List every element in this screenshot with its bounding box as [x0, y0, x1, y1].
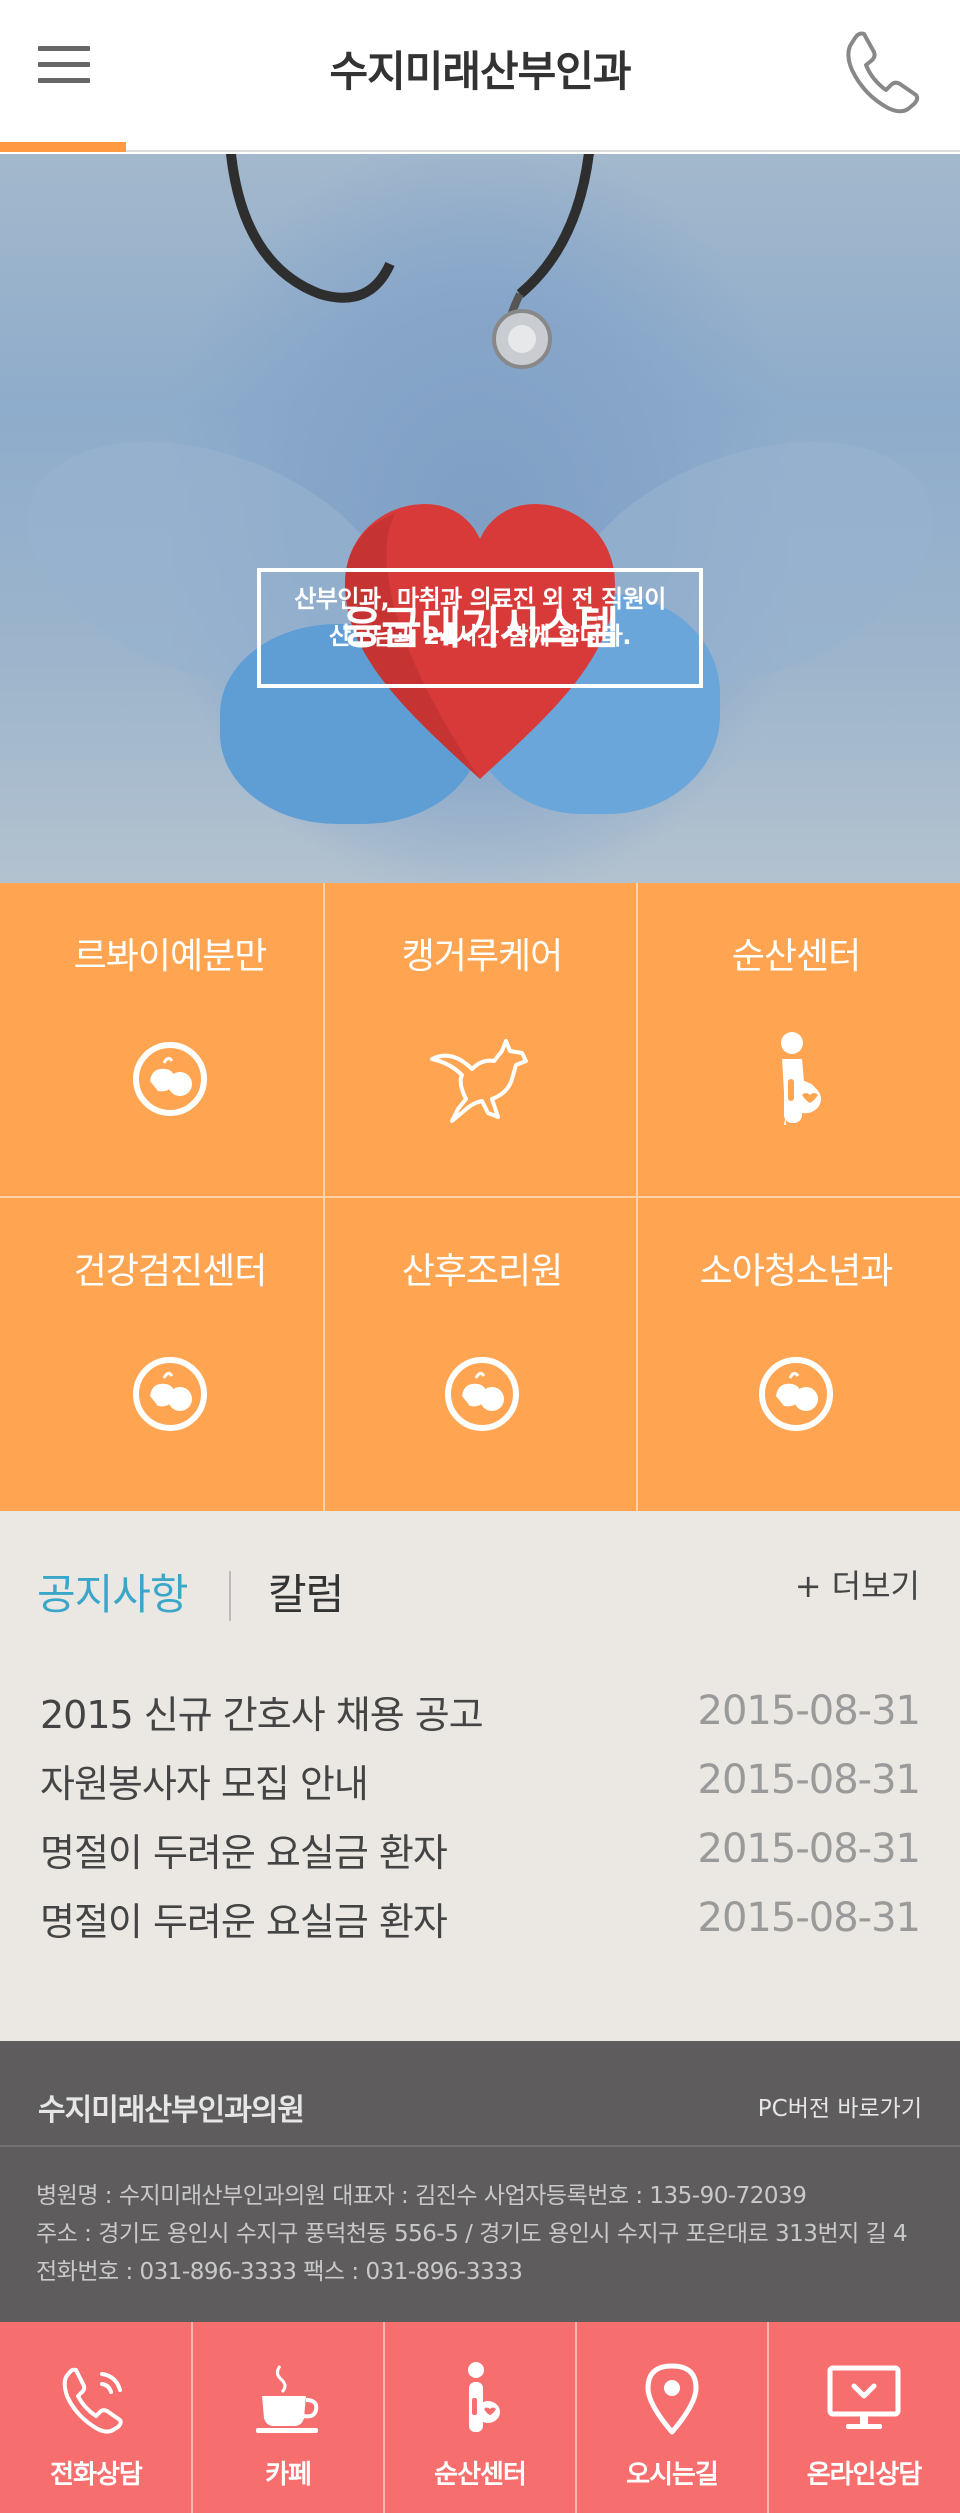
- service-postpartum-care[interactable]: 산후조리원: [322, 1198, 642, 1511]
- nav-label: 온라인상담: [806, 2460, 923, 2490]
- notice-date: 2015-08-31: [697, 1826, 921, 1872]
- phone-icon[interactable]: [842, 28, 922, 114]
- nav-birth-center[interactable]: 순산센터: [384, 2322, 576, 2513]
- service-label: 르봐이예분만: [73, 936, 268, 977]
- pc-version-link[interactable]: PC버전 바로가기: [758, 2089, 922, 2123]
- service-label: 건강검진센터: [73, 1251, 268, 1292]
- service-label: 캥거루케어: [401, 936, 564, 977]
- service-label: 순산센터: [731, 936, 861, 977]
- notice-date: 2015-08-31: [697, 1757, 921, 1803]
- service-label: 산후조리원: [401, 1251, 564, 1292]
- footer-info-line: 병원명 : 수지미래산부인과의원 대표자 : 김진수 사업자등록번호 : 135…: [36, 2183, 807, 2209]
- footer-address-line: 주소 : 경기도 용인시 수지구 풍덕천동 556-5 / 경기도 용인시 수지…: [36, 2221, 908, 2247]
- nav-label: 전화상담: [50, 2460, 143, 2490]
- monitor-icon: [827, 2365, 901, 2429]
- notice-title: 명절이 두려운 요실금 환자: [40, 1900, 448, 1944]
- baby-circle-icon: [133, 1042, 207, 1116]
- notice-title: 자원봉사자 모집 안내: [40, 1762, 369, 1806]
- footer-hospital-name: 수지미래산부인과의원: [38, 2093, 305, 2128]
- pregnant-woman-icon: [781, 1032, 821, 1125]
- stethoscope-graphic: [226, 154, 594, 369]
- services-grid: 르봐이예분만 캥거루케어 순산센터 건강검진센터 산후조리원 소아청소년과: [0, 883, 960, 1511]
- notice-row[interactable]: 명절이 두려운 요실금 환자 2015-08-31: [40, 1891, 921, 1951]
- nav-label: 카페: [265, 2460, 312, 2490]
- service-label: 소아청소년과: [699, 1251, 894, 1292]
- map-pin-icon: [645, 2363, 699, 2435]
- notice-row[interactable]: 자원봉사자 모집 안내 2015-08-31: [40, 1753, 921, 1813]
- nav-online-consult[interactable]: 온라인상담: [768, 2322, 960, 2513]
- bottom-nav: 전화상담 카페 순산센터 오시는길 온라인상담: [0, 2322, 960, 2513]
- notice-row[interactable]: 2015 신규 간호사 채용 공고 2015-08-31: [40, 1684, 921, 1744]
- baby-circle-icon: [445, 1357, 519, 1431]
- kangaroo-icon: [430, 1039, 528, 1123]
- notice-section: 공지사항 칼럼 + 더보기 2015 신규 간호사 채용 공고 2015-08-…: [0, 1511, 960, 2041]
- notice-date: 2015-08-31: [697, 1688, 921, 1734]
- service-health-checkup[interactable]: 건강검진센터: [10, 1198, 330, 1511]
- notice-title: 명절이 두려운 요실금 환자: [40, 1831, 448, 1875]
- hero-text-line1: 산부인과, 마취과 의료진 외 전 직원이: [294, 585, 666, 613]
- nav-phone-consult[interactable]: 전화상담: [0, 2322, 192, 2513]
- service-kangaroo-care[interactable]: 캥거루케어: [322, 883, 642, 1196]
- baby-circle-icon: [133, 1357, 207, 1431]
- service-lebouyer[interactable]: 르봐이예분만: [10, 883, 330, 1196]
- header: 수지미래산부인과: [0, 0, 960, 152]
- hero-banner[interactable]: 응급대기시스템 산부인과, 마취과 의료진 외 전 직원이 산모님과 24시간 …: [0, 154, 960, 883]
- service-birth-center[interactable]: 순산센터: [636, 883, 956, 1196]
- baby-circle-icon: [759, 1357, 833, 1431]
- footer-contact-line: 전화번호 : 031-896-3333 팩스 : 031-896-3333: [36, 2259, 523, 2285]
- nav-directions[interactable]: 오시는길: [576, 2322, 768, 2513]
- service-pediatrics[interactable]: 소아청소년과: [636, 1198, 956, 1511]
- nav-label: 오시는길: [626, 2460, 719, 2490]
- header-accent-bar: [0, 142, 126, 152]
- tab-column[interactable]: 칼럼: [268, 1561, 344, 1622]
- tab-notice[interactable]: 공지사항: [37, 1561, 189, 1622]
- more-link[interactable]: + 더보기: [795, 1561, 920, 1607]
- pregnant-woman-icon: [468, 2362, 500, 2432]
- nav-label: 순산센터: [434, 2460, 527, 2490]
- phone-call-icon: [62, 2367, 123, 2434]
- nav-cafe[interactable]: 카페: [192, 2322, 384, 2513]
- hero-text-line2: 산모님과 24시간 함께 합니다.: [329, 622, 631, 650]
- footer-divider: [0, 2145, 960, 2147]
- tab-divider: [229, 1571, 231, 1621]
- notice-date: 2015-08-31: [697, 1895, 921, 1941]
- coffee-cup-icon: [256, 2365, 319, 2433]
- site-title[interactable]: 수지미래산부인과: [0, 38, 960, 99]
- notice-row[interactable]: 명절이 두려운 요실금 환자 2015-08-31: [40, 1822, 921, 1882]
- notice-title: 2015 신규 간호사 채용 공고: [40, 1693, 484, 1737]
- footer: 수지미래산부인과의원 PC버전 바로가기 병원명 : 수지미래산부인과의원 대표…: [0, 2041, 960, 2322]
